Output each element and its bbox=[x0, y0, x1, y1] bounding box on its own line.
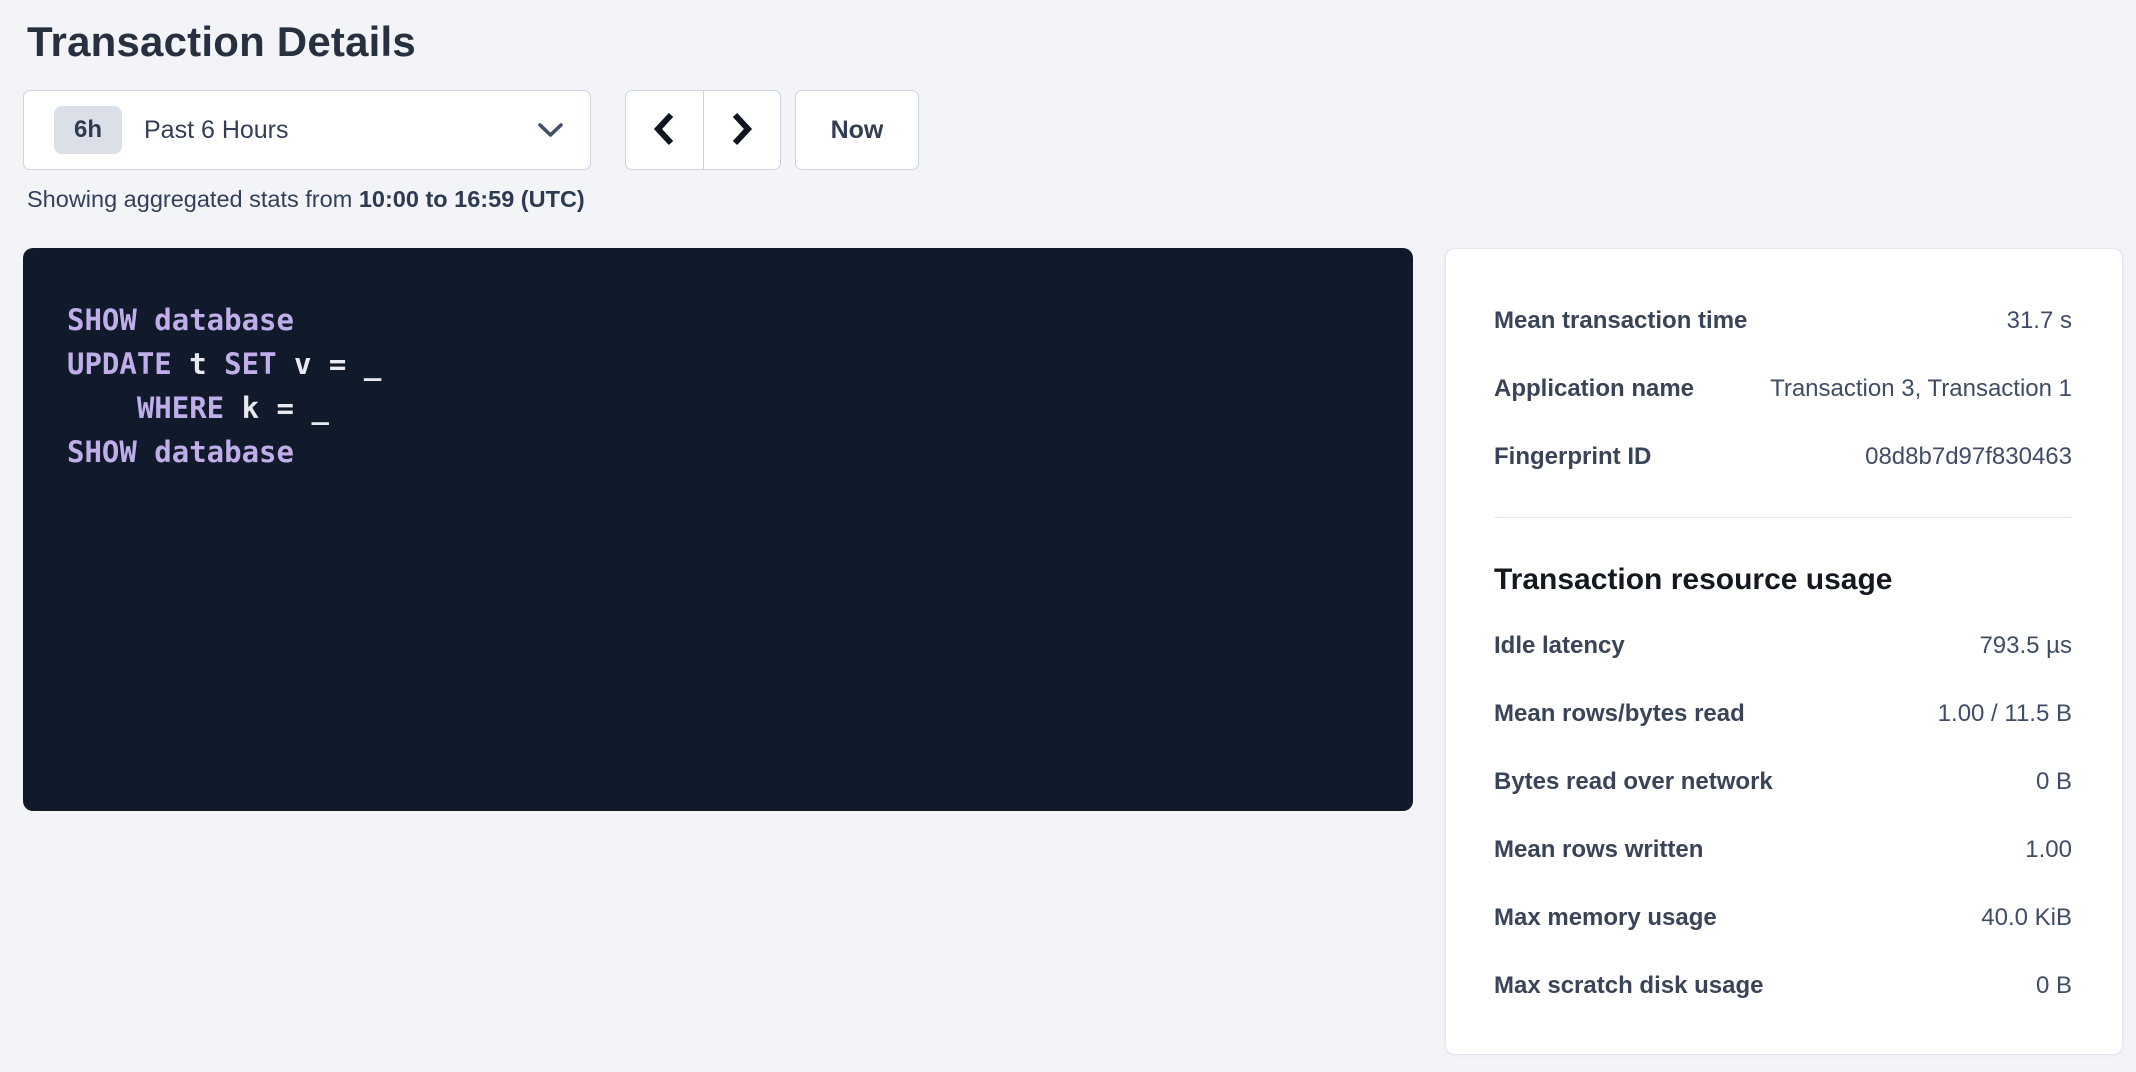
time-range-label: Past 6 Hours bbox=[144, 116, 289, 145]
sql-line: SHOW database bbox=[67, 298, 1383, 342]
row-value: 0 B bbox=[2036, 768, 2072, 796]
row-label: Mean transaction time bbox=[1494, 307, 1747, 335]
sql-keyword: SET bbox=[224, 347, 276, 381]
row-label: Max memory usage bbox=[1494, 904, 1717, 932]
sql-keyword: WHERE bbox=[137, 391, 224, 425]
summary-row-max-scratch-disk-usage: Max scratch disk usage 0 B bbox=[1494, 952, 2072, 1020]
chevron-down-icon bbox=[537, 122, 564, 139]
sql-statement-box: SHOW database UPDATE t SET v = _ WHERE k… bbox=[23, 248, 1413, 811]
summary-row-max-memory-usage: Max memory usage 40.0 KiB bbox=[1494, 884, 2072, 952]
now-button[interactable]: Now bbox=[795, 90, 919, 170]
sql-keyword: SHOW database bbox=[67, 435, 294, 469]
summary-row-mean-transaction-time: Mean transaction time 31.7 s bbox=[1494, 287, 2072, 355]
time-controls: 6h Past 6 Hours bbox=[23, 90, 2123, 170]
row-label: Max scratch disk usage bbox=[1494, 972, 1763, 1000]
time-range-dropdown[interactable]: 6h Past 6 Hours bbox=[23, 90, 591, 170]
summary-row-bytes-read-over-network: Bytes read over network 0 B bbox=[1494, 748, 2072, 816]
summary-row-fingerprint-id: Fingerprint ID 08d8b7d97f830463 bbox=[1494, 423, 2072, 491]
row-label: Fingerprint ID bbox=[1494, 443, 1651, 471]
sql-text bbox=[67, 391, 137, 425]
summary-row-idle-latency: Idle latency 793.5 µs bbox=[1494, 612, 2072, 680]
stats-text-prefix: Showing aggregated stats from bbox=[27, 186, 359, 212]
sql-keyword: SHOW database bbox=[67, 303, 294, 337]
main-content: SHOW database UPDATE t SET v = _ WHERE k… bbox=[23, 248, 2123, 1055]
sql-text: v = _ bbox=[277, 347, 382, 381]
sql-line: UPDATE t SET v = _ bbox=[67, 342, 1383, 386]
row-label: Mean rows written bbox=[1494, 836, 1703, 864]
row-value: 793.5 µs bbox=[1979, 632, 2072, 660]
transaction-details-page: Transaction Details 6h Past 6 Hours bbox=[0, 0, 2136, 1055]
transaction-summary-card: Mean transaction time 31.7 s Application… bbox=[1445, 248, 2123, 1055]
sql-line: WHERE k = _ bbox=[67, 386, 1383, 430]
row-value: Transaction 3, Transaction 1 bbox=[1770, 375, 2072, 403]
sql-line: SHOW database bbox=[67, 430, 1383, 474]
time-range-badge: 6h bbox=[54, 106, 122, 154]
card-divider bbox=[1494, 517, 2072, 518]
next-time-button[interactable] bbox=[703, 91, 781, 169]
row-value: 08d8b7d97f830463 bbox=[1865, 443, 2072, 471]
row-value: 0 B bbox=[2036, 972, 2072, 1000]
summary-row-application-name: Application name Transaction 3, Transact… bbox=[1494, 355, 2072, 423]
row-value: 31.7 s bbox=[2007, 307, 2072, 335]
summary-row-mean-rows-written: Mean rows written 1.00 bbox=[1494, 816, 2072, 884]
page-title: Transaction Details bbox=[27, 18, 2123, 66]
sql-text: t bbox=[172, 347, 224, 381]
summary-row-mean-rows-bytes-read: Mean rows/bytes read 1.00 / 11.5 B bbox=[1494, 680, 2072, 748]
row-value: 40.0 KiB bbox=[1981, 904, 2072, 932]
time-step-button-group bbox=[625, 90, 781, 170]
row-label: Bytes read over network bbox=[1494, 768, 1773, 796]
row-value: 1.00 bbox=[2025, 836, 2072, 864]
sql-text: k = _ bbox=[224, 391, 329, 425]
sql-keyword: UPDATE bbox=[67, 347, 172, 381]
resource-usage-heading: Transaction resource usage bbox=[1494, 560, 2072, 600]
row-label: Idle latency bbox=[1494, 632, 1625, 660]
previous-time-button[interactable] bbox=[626, 91, 703, 169]
row-label: Application name bbox=[1494, 375, 1694, 403]
row-label: Mean rows/bytes read bbox=[1494, 700, 1745, 728]
chevron-right-icon bbox=[729, 111, 755, 150]
chevron-left-icon bbox=[651, 111, 677, 150]
row-value: 1.00 / 11.5 B bbox=[1938, 700, 2072, 728]
stats-time-range: 10:00 to 16:59 (UTC) bbox=[359, 186, 585, 212]
aggregated-stats-text: Showing aggregated stats from 10:00 to 1… bbox=[27, 186, 2123, 212]
